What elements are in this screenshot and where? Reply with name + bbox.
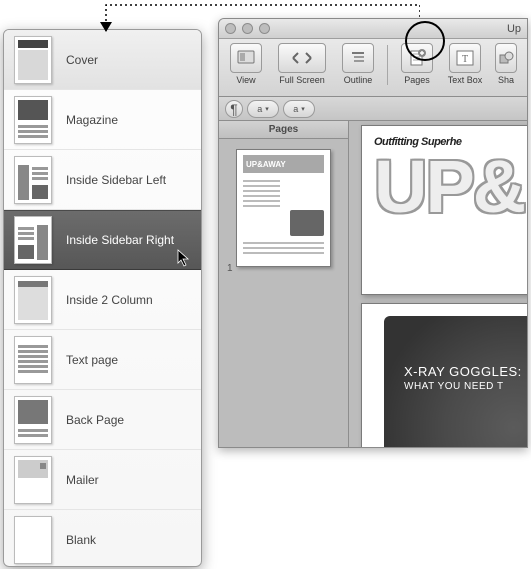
template-thumb bbox=[14, 336, 52, 384]
toolbar-view-button[interactable]: View bbox=[225, 43, 267, 85]
template-label: Mailer bbox=[66, 473, 99, 487]
work-area: Pages UP&AWAY 1 bbox=[219, 121, 527, 447]
connector-arrowhead bbox=[100, 22, 112, 32]
template-thumb bbox=[14, 36, 52, 84]
pages-panel-header: Pages bbox=[219, 121, 348, 139]
template-thumb bbox=[14, 96, 52, 144]
template-item-back-page[interactable]: Back Page bbox=[4, 390, 201, 450]
ad-panel: X-RAY GOGGLES: WHAT YOU NEED T bbox=[384, 316, 527, 447]
template-thumb bbox=[14, 516, 52, 564]
window-close-button[interactable] bbox=[225, 23, 236, 34]
pages-app-window: Up View Full Screen Outline bbox=[218, 18, 528, 448]
pages-add-icon bbox=[401, 43, 433, 73]
template-item-magazine[interactable]: Magazine bbox=[4, 90, 201, 150]
fullscreen-icon bbox=[278, 43, 326, 73]
pages-thumbnails-panel[interactable]: Pages UP&AWAY 1 bbox=[219, 121, 349, 447]
toolbar-pages-button[interactable]: Pages bbox=[396, 43, 438, 85]
template-label: Inside 2 Column bbox=[66, 293, 153, 307]
window-minimize-button[interactable] bbox=[242, 23, 253, 34]
window-titlebar[interactable]: Up bbox=[219, 19, 527, 39]
font-sample: a bbox=[293, 104, 298, 114]
format-font-button[interactable]: a ▾ bbox=[247, 100, 279, 118]
toolbar-outline-button[interactable]: Outline bbox=[337, 43, 379, 85]
page-template-menu[interactable]: Cover Magazine Inside Sidebar Left Insi bbox=[3, 29, 202, 567]
paragraph-icon: ¶ bbox=[230, 101, 238, 117]
toolbar-fullscreen-button[interactable]: Full Screen bbox=[273, 43, 331, 85]
template-label: Back Page bbox=[66, 413, 124, 427]
mouse-cursor-icon bbox=[177, 249, 191, 267]
thumb-masthead: UP&AWAY bbox=[243, 155, 324, 173]
template-thumb bbox=[14, 156, 52, 204]
template-item-text-page[interactable]: Text page bbox=[4, 330, 201, 390]
template-label: Blank bbox=[66, 533, 96, 547]
document-page-2[interactable]: X-RAY GOGGLES: WHAT YOU NEED T bbox=[361, 303, 527, 447]
template-item-mailer[interactable]: Mailer bbox=[4, 450, 201, 510]
template-label: Inside Sidebar Right bbox=[66, 233, 174, 247]
template-item-inside-sidebar-left[interactable]: Inside Sidebar Left bbox=[4, 150, 201, 210]
template-item-cover[interactable]: Cover bbox=[4, 30, 201, 90]
chevron-down-icon: ▾ bbox=[265, 105, 269, 113]
toolbar-label: Sha bbox=[498, 75, 514, 85]
format-style-dropdown[interactable]: a ▾ bbox=[283, 100, 315, 118]
pages-panel-scroll[interactable]: UP&AWAY 1 bbox=[219, 139, 348, 447]
view-icon bbox=[230, 43, 262, 73]
window-title: Up bbox=[507, 23, 521, 35]
textbox-icon: T bbox=[449, 43, 481, 73]
chevron-down-icon: ▾ bbox=[301, 105, 305, 113]
shapes-icon bbox=[495, 43, 517, 73]
template-item-inside-sidebar-right[interactable]: Inside Sidebar Right bbox=[4, 210, 201, 270]
template-thumb bbox=[14, 216, 52, 264]
toolbar-divider bbox=[387, 45, 388, 85]
template-label: Inside Sidebar Left bbox=[66, 173, 166, 187]
toolbar-label: Text Box bbox=[448, 75, 483, 85]
font-sample: a bbox=[257, 104, 262, 114]
ad-subhead: WHAT YOU NEED T bbox=[404, 381, 522, 392]
template-item-inside-2-column[interactable]: Inside 2 Column bbox=[4, 270, 201, 330]
format-style-button[interactable]: ¶ bbox=[225, 100, 243, 118]
page-thumbnail[interactable]: UP&AWAY bbox=[236, 149, 331, 267]
template-thumb bbox=[14, 396, 52, 444]
template-thumb bbox=[14, 276, 52, 324]
window-zoom-button[interactable] bbox=[259, 23, 270, 34]
page-number: 1 bbox=[227, 263, 233, 447]
template-item-blank[interactable]: Blank bbox=[4, 510, 201, 567]
template-thumb bbox=[14, 456, 52, 504]
document-masthead: UP& bbox=[374, 154, 527, 221]
toolbar-textbox-button[interactable]: T Text Box bbox=[444, 43, 486, 85]
toolbar-shapes-button[interactable]: Sha bbox=[492, 43, 520, 85]
template-label: Text page bbox=[66, 353, 118, 367]
template-label: Magazine bbox=[66, 113, 118, 127]
document-canvas[interactable]: Outfitting Superhe UP& X-RAY GOGGLES: WH… bbox=[349, 121, 527, 447]
toolbar-label: View bbox=[236, 75, 255, 85]
ad-headline: X-RAY GOGGLES: bbox=[404, 364, 522, 379]
toolbar: View Full Screen Outline bbox=[219, 39, 527, 97]
svg-text:T: T bbox=[462, 54, 468, 65]
outline-icon bbox=[342, 43, 374, 73]
format-bar: ¶ a ▾ a ▾ bbox=[219, 97, 527, 121]
document-page-1[interactable]: Outfitting Superhe UP& bbox=[361, 125, 527, 295]
template-label: Cover bbox=[66, 53, 98, 67]
toolbar-label: Outline bbox=[344, 75, 373, 85]
toolbar-label: Pages bbox=[404, 75, 430, 85]
toolbar-label: Full Screen bbox=[279, 75, 325, 85]
